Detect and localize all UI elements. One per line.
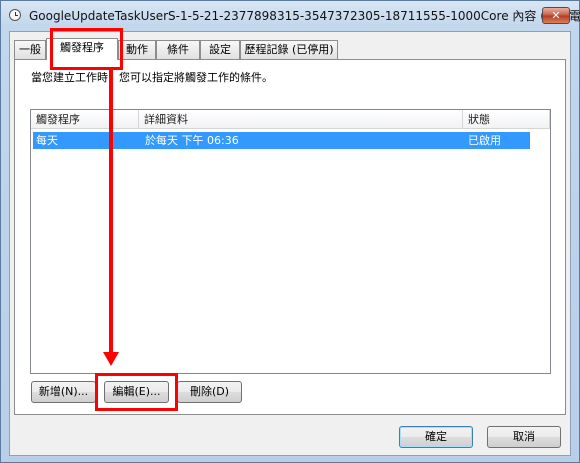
column-header-trigger[interactable]: 觸發程序 — [31, 110, 139, 129]
edit-button-highlight — [95, 373, 178, 411]
table-row[interactable]: 每天 於每天 下午 06:36 已啟用 — [33, 132, 530, 149]
tab-settings[interactable]: 設定 — [200, 40, 240, 59]
arrow-down-icon — [103, 352, 119, 366]
panel-description: 當您建立工作時，您可以指定將觸發工作的條件。 — [31, 71, 273, 84]
annotation-arrow-shaft — [109, 68, 113, 354]
row-trigger: 每天 — [36, 134, 58, 147]
close-button[interactable]: ✕ — [542, 7, 570, 24]
new-trigger-button[interactable]: 新增(N)... — [31, 381, 96, 403]
ok-button[interactable]: 確定 — [399, 426, 473, 448]
delete-trigger-button[interactable]: 刪除(D) — [177, 381, 242, 403]
clock-icon — [9, 9, 21, 21]
row-status: 已啟用 — [468, 134, 501, 147]
column-header-status[interactable]: 狀態 — [463, 110, 550, 129]
tab-history[interactable]: 歷程記錄 (已停用) — [240, 40, 338, 59]
column-header-details[interactable]: 詳細資料 — [139, 110, 463, 129]
row-details: 於每天 下午 06:36 — [145, 134, 239, 147]
cancel-button[interactable]: 取消 — [487, 426, 561, 448]
tab-actions[interactable]: 動作 — [118, 40, 156, 59]
tab-conditions[interactable]: 條件 — [156, 40, 200, 59]
tab-general[interactable]: 一般 — [14, 40, 46, 59]
triggers-tab-highlight — [50, 28, 123, 70]
window-title: GoogleUpdateTaskUserS-1-5-21-2377898315-… — [29, 9, 580, 23]
title-bar[interactable]: GoogleUpdateTaskUserS-1-5-21-2377898315-… — [1, 1, 580, 31]
